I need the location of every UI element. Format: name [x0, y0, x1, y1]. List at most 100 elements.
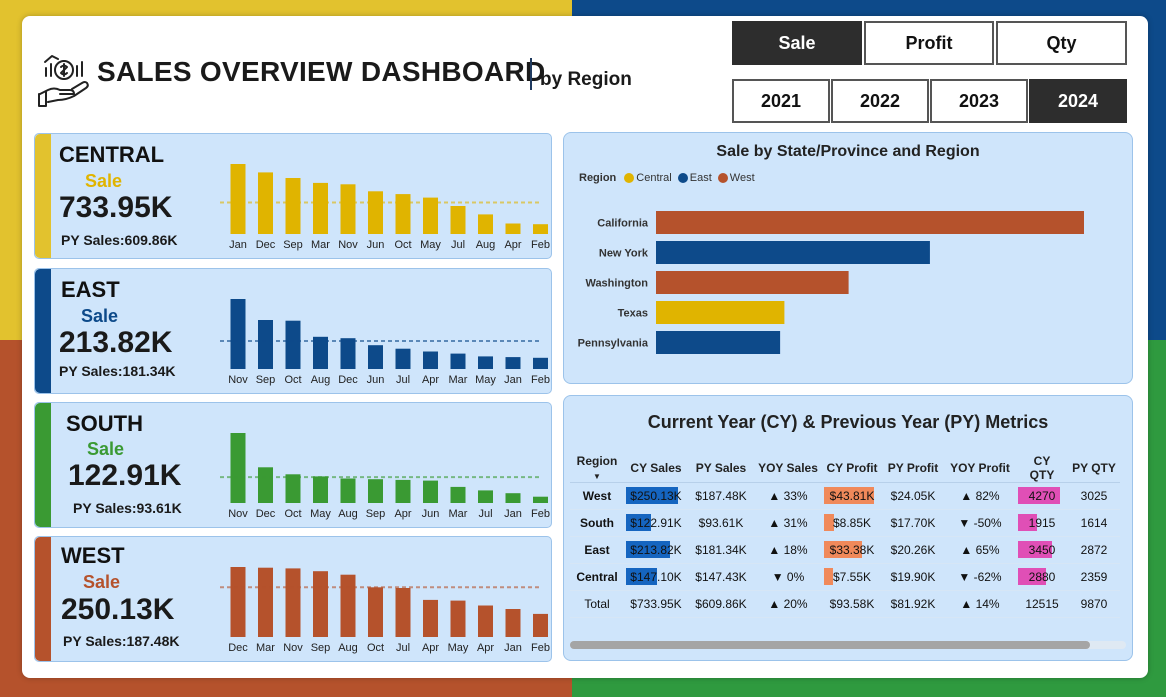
- month-bar[interactable]: [533, 224, 548, 234]
- month-bar[interactable]: [395, 348, 411, 369]
- cell-region: Central: [570, 563, 624, 591]
- legend-item-west[interactable]: West: [717, 172, 755, 184]
- metric-button-sale[interactable]: Sale: [732, 21, 862, 65]
- month-bar[interactable]: [533, 613, 548, 637]
- table-total-row[interactable]: Total $733.95K $609.86K ▲ 20% $93.58K $81.92K…: [570, 590, 1120, 618]
- state-bar[interactable]: [656, 241, 930, 264]
- month-bar[interactable]: [258, 467, 273, 503]
- month-bar[interactable]: [478, 490, 493, 503]
- month-bar[interactable]: [285, 178, 301, 234]
- month-bar[interactable]: [368, 191, 383, 234]
- col-header-yoy-profit[interactable]: YOY Profit: [944, 454, 1016, 483]
- metric-button-profit[interactable]: Profit: [864, 21, 994, 65]
- month-bar[interactable]: [450, 486, 466, 503]
- month-bar[interactable]: [340, 478, 356, 504]
- month-bar[interactable]: [258, 567, 273, 637]
- table-header-row: Region ▼ CY Sales PY Sales YOY Sales CY P…: [570, 454, 1120, 483]
- month-bar[interactable]: [395, 194, 411, 234]
- col-header-yoy-sales[interactable]: YOY Sales: [754, 454, 822, 483]
- month-bar[interactable]: [423, 351, 438, 370]
- cell-cy-qty: 2880: [1016, 563, 1068, 591]
- month-tick-label: Apr: [477, 642, 494, 654]
- month-bar[interactable]: [533, 496, 548, 503]
- region-value: 213.82K: [59, 326, 173, 359]
- col-header-py-profit[interactable]: PY Profit: [882, 454, 944, 483]
- month-bar[interactable]: [505, 357, 521, 369]
- metric-button-qty[interactable]: Qty: [996, 21, 1127, 65]
- month-tick-label: Aug: [311, 374, 331, 386]
- col-header-cy-qty[interactable]: CY QTY: [1016, 454, 1068, 483]
- state-bar[interactable]: [656, 301, 785, 324]
- year-button-2023[interactable]: 2023: [930, 79, 1028, 123]
- legend-item-central[interactable]: Central: [624, 172, 672, 184]
- month-tick-label: Jul: [396, 374, 410, 386]
- cell-text: ▲ 14%: [960, 597, 1000, 611]
- month-bar[interactable]: [450, 353, 466, 369]
- legend-label: Central: [636, 172, 672, 184]
- col-header-cy-profit[interactable]: CY Profit: [822, 454, 882, 483]
- region-month-chart[interactable]: Dec Mar Nov Sep Aug Oct Jul Apr May Apr Jan Feb: [200, 543, 550, 659]
- table-row[interactable]: West $250.13K $187.48K ▲ 33% $43.81K $24.05K ▲…: [570, 482, 1120, 510]
- table-row[interactable]: Central $147.10K $147.43K ▼ 0% $7.55K $19.90K…: [570, 563, 1120, 591]
- cell-py-sales: $181.34K: [688, 536, 754, 564]
- cell-text: $43.81K: [829, 489, 875, 503]
- state-bar-chart[interactable]: California New York Washington Texas Pennsyl…: [564, 203, 1134, 363]
- legend-item-east[interactable]: East: [677, 172, 712, 184]
- month-bar[interactable]: [230, 433, 246, 503]
- month-bar[interactable]: [395, 588, 411, 637]
- month-bar[interactable]: [505, 609, 521, 637]
- month-bar[interactable]: [340, 338, 356, 369]
- cell-cy-profit: $33.38K: [822, 536, 882, 564]
- month-bar[interactable]: [230, 164, 246, 234]
- month-bar[interactable]: [313, 476, 328, 503]
- cell-yoy-sales: ▲ 31%: [754, 509, 822, 537]
- cell-cy-qty: 1915: [1016, 509, 1068, 537]
- month-bar[interactable]: [285, 568, 301, 637]
- header-label: Region: [576, 454, 618, 468]
- month-bar[interactable]: [368, 345, 383, 369]
- month-bar[interactable]: [478, 214, 493, 234]
- month-bar[interactable]: [285, 320, 301, 369]
- state-bar[interactable]: [656, 271, 849, 294]
- col-header-py-sales[interactable]: PY Sales: [688, 454, 754, 483]
- table-row[interactable]: South $122.91K $93.61K ▲ 31% $8.85K $17.70K ▼ …: [570, 509, 1120, 537]
- month-bar[interactable]: [395, 479, 411, 503]
- month-bar[interactable]: [368, 587, 383, 637]
- month-bar[interactable]: [478, 356, 493, 369]
- region-month-chart[interactable]: Jan Dec Sep Mar Nov Jun Oct May Jul Aug Apr Feb: [200, 140, 550, 256]
- region-month-chart[interactable]: Nov Sep Oct Aug Dec Jun Jul Apr Mar May Jan Feb: [200, 275, 550, 391]
- month-bar[interactable]: [423, 480, 438, 503]
- month-bar[interactable]: [230, 299, 246, 369]
- cell-text: $187.48K: [695, 489, 747, 503]
- month-bar[interactable]: [450, 206, 466, 234]
- month-bar[interactable]: [313, 571, 328, 637]
- region-name: EAST: [61, 277, 120, 302]
- col-header-region[interactable]: Region ▼: [570, 454, 624, 483]
- horizontal-scrollbar-thumb[interactable]: [570, 641, 1090, 649]
- month-tick-label: Jun: [367, 374, 385, 386]
- state-bar[interactable]: [656, 331, 781, 354]
- month-bar[interactable]: [423, 599, 438, 637]
- month-bar[interactable]: [450, 600, 466, 637]
- year-button-2022[interactable]: 2022: [831, 79, 929, 123]
- month-bar[interactable]: [230, 567, 246, 637]
- col-header-cy-sales[interactable]: CY Sales: [624, 454, 688, 483]
- col-header-py-qty[interactable]: PY QTY: [1068, 454, 1120, 483]
- month-bar[interactable]: [533, 357, 548, 369]
- month-bar[interactable]: [340, 184, 356, 234]
- month-bar[interactable]: [505, 493, 521, 503]
- month-bar[interactable]: [285, 474, 301, 503]
- cell-text: 1614: [1080, 516, 1108, 530]
- year-button-2021[interactable]: 2021: [732, 79, 830, 123]
- region-name: SOUTH: [66, 411, 143, 436]
- month-bar[interactable]: [258, 320, 273, 369]
- month-bar[interactable]: [340, 574, 356, 637]
- year-button-2024[interactable]: 2024: [1029, 79, 1127, 123]
- month-bar[interactable]: [368, 479, 383, 503]
- state-bar[interactable]: [656, 211, 1084, 234]
- month-bar[interactable]: [478, 605, 493, 638]
- month-bar[interactable]: [505, 223, 521, 235]
- table-row[interactable]: East $213.82K $181.34K ▲ 18% $33.38K $20.26K ▲…: [570, 536, 1120, 564]
- region-month-chart[interactable]: Nov Dec Oct May Aug Sep Apr Jun Mar Jul Jan Feb: [200, 409, 550, 525]
- month-bar[interactable]: [313, 182, 328, 234]
